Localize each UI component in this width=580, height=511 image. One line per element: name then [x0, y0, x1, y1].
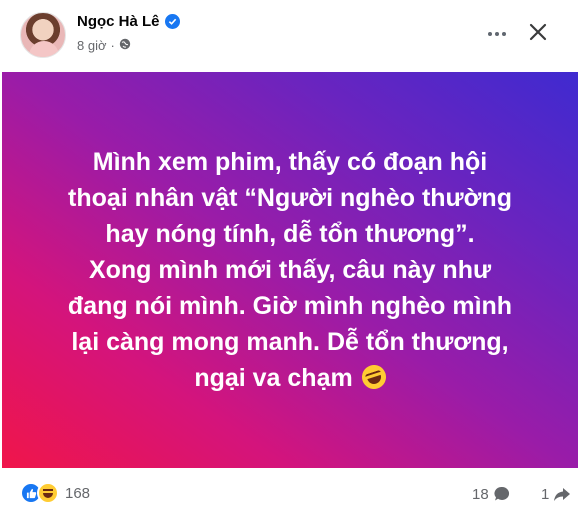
avatar[interactable]	[20, 12, 66, 58]
globe-icon[interactable]	[119, 38, 131, 53]
haha-reaction-icon	[37, 482, 59, 504]
more-dot	[502, 32, 506, 36]
author-row: Ngọc Hà Lê	[77, 13, 180, 30]
close-button[interactable]	[524, 18, 552, 46]
post-text-block: Mình xem phim, thấy có đoạn hội thoại nh…	[50, 144, 530, 396]
reaction-summary[interactable]: 168	[20, 482, 90, 504]
share-count-button[interactable]: 1	[541, 485, 571, 503]
close-icon	[529, 23, 547, 41]
share-icon	[554, 488, 571, 501]
post-footer: 168 18 1	[0, 470, 580, 511]
meta-separator: ·	[110, 38, 115, 53]
reaction-count: 168	[65, 484, 91, 502]
more-dot	[488, 32, 492, 36]
comment-count: 18	[472, 485, 489, 503]
post-meta: 8 giờ ·	[77, 38, 131, 53]
author-name[interactable]: Ngọc Hà Lê	[77, 13, 160, 30]
post-header: Ngọc Hà Lê 8 giờ ·	[0, 0, 580, 70]
more-options-button[interactable]	[483, 20, 511, 48]
rofl-emoji-icon	[358, 361, 389, 393]
post-text-background: Mình xem phim, thấy có đoạn hội thoại nh…	[2, 72, 578, 468]
share-count: 1	[541, 485, 550, 503]
comment-icon	[494, 486, 509, 501]
post-text: Mình xem phim, thấy có đoạn hội thoại nh…	[67, 148, 513, 392]
verified-badge-icon	[164, 14, 180, 29]
more-dot	[495, 32, 499, 36]
post-time[interactable]: 8 giờ	[77, 38, 107, 53]
comment-count-button[interactable]: 18	[472, 485, 511, 503]
